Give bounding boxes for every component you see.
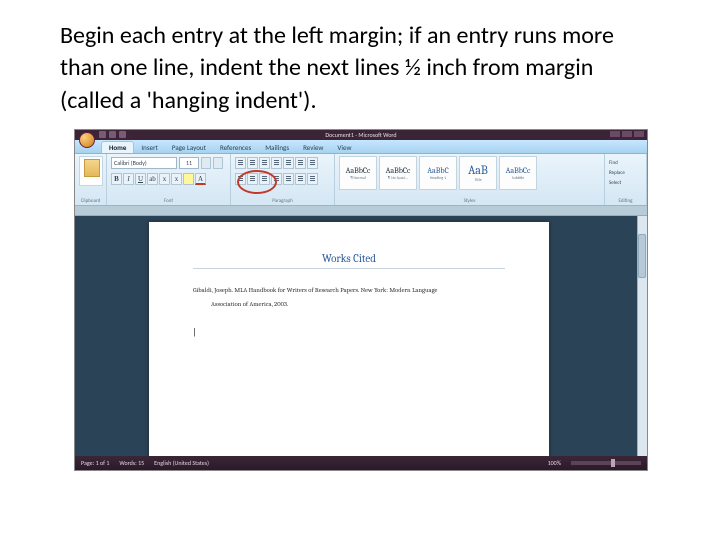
style-name: Title xyxy=(474,178,481,183)
citation-line-2: Association of America, 2003. xyxy=(211,300,288,308)
grow-font-button[interactable] xyxy=(201,157,211,169)
multilevel-list-button[interactable] xyxy=(259,157,270,169)
citation-entry: Gibaldi, Joseph. MLA Handbook for Writer… xyxy=(193,283,505,312)
select-button[interactable]: Select xyxy=(609,178,642,188)
style-sample: AaBbCc xyxy=(346,166,371,175)
tab-review[interactable]: Review xyxy=(296,142,330,153)
status-words[interactable]: Words: 15 xyxy=(119,459,144,467)
window-title: Document1 - Microsoft Word xyxy=(75,131,647,139)
style-sample: AaB xyxy=(468,163,488,177)
minimize-button[interactable] xyxy=(610,131,620,137)
tab-view[interactable]: View xyxy=(330,142,358,153)
style-title[interactable]: AaB Title xyxy=(459,156,497,190)
numbering-button[interactable] xyxy=(247,157,258,169)
instruction-paragraph: Begin each entry at the left margin; if … xyxy=(0,0,720,129)
citation-line-1: Gibaldi, Joseph. MLA Handbook for Writer… xyxy=(193,286,437,294)
ribbon-group-font: Calibri (Body) 11 B I U ab x x A Font xyxy=(107,154,231,205)
ribbon-group-paragraph: Paragraph xyxy=(231,154,335,205)
maximize-button[interactable] xyxy=(622,131,632,137)
document-page[interactable]: Works Cited Gibaldi, Joseph. MLA Handboo… xyxy=(149,222,549,456)
strikethrough-button[interactable]: ab xyxy=(147,173,158,185)
tab-page-layout[interactable]: Page Layout xyxy=(165,142,213,153)
tab-home[interactable]: Home xyxy=(101,141,134,153)
line-spacing-button[interactable] xyxy=(283,173,294,185)
ribbon-group-clipboard: Clipboard xyxy=(75,154,107,205)
word-app-window: Document1 - Microsoft Word Home Insert P… xyxy=(74,129,648,471)
decrease-indent-button[interactable] xyxy=(271,157,282,169)
increase-indent-button[interactable] xyxy=(283,157,294,169)
style-name: ¶ No Spaci... xyxy=(388,176,408,181)
style-no-spacing[interactable]: AaBbCc ¶ No Spaci... xyxy=(379,156,417,190)
underline-button[interactable]: U xyxy=(135,173,146,185)
ribbon-group-styles: AaBbCc ¶ Normal AaBbCc ¶ No Spaci... AaB… xyxy=(335,154,605,205)
tab-insert[interactable]: Insert xyxy=(134,142,164,153)
shrink-font-button[interactable] xyxy=(213,157,223,169)
font-name-combo[interactable]: Calibri (Body) xyxy=(111,157,177,169)
zoom-slider-thumb[interactable] xyxy=(611,459,615,467)
paragraph-group-label: Paragraph xyxy=(235,197,330,204)
scrollbar-thumb[interactable] xyxy=(638,234,646,278)
style-name: Subtitle xyxy=(512,176,525,181)
font-color-button[interactable]: A xyxy=(195,173,206,185)
bullets-button[interactable] xyxy=(235,157,246,169)
titlebar: Document1 - Microsoft Word xyxy=(75,130,647,140)
text-cursor: | xyxy=(193,328,505,338)
borders-button[interactable] xyxy=(307,173,318,185)
style-normal[interactable]: AaBbCc ¶ Normal xyxy=(339,156,377,190)
style-name: ¶ Normal xyxy=(350,176,365,181)
close-button[interactable] xyxy=(634,131,644,137)
find-button[interactable]: Find xyxy=(609,158,642,168)
window-controls xyxy=(610,131,644,137)
replace-button[interactable]: Replace xyxy=(609,168,642,178)
style-heading-1[interactable]: AaBbC Heading 1 xyxy=(419,156,457,190)
align-right-button[interactable] xyxy=(259,173,270,185)
document-viewport: Works Cited Gibaldi, Joseph. MLA Handboo… xyxy=(75,216,647,456)
zoom-percent[interactable]: 100% xyxy=(548,459,561,467)
styles-group-label: Styles xyxy=(339,197,600,204)
superscript-button[interactable]: x xyxy=(171,173,182,185)
show-marks-button[interactable] xyxy=(307,157,318,169)
align-left-button[interactable] xyxy=(235,173,246,185)
sort-button[interactable] xyxy=(295,157,306,169)
align-center-button[interactable] xyxy=(247,173,258,185)
style-name: Heading 1 xyxy=(430,176,446,181)
subscript-button[interactable]: x xyxy=(159,173,170,185)
font-size-combo[interactable]: 11 xyxy=(179,157,199,169)
style-subtitle[interactable]: AaBbCc Subtitle xyxy=(499,156,537,190)
vertical-scrollbar[interactable] xyxy=(637,216,647,456)
statusbar: Page: 1 of 1 Words: 15 English (United S… xyxy=(75,456,647,470)
ribbon-tabs: Home Insert Page Layout References Maili… xyxy=(75,140,647,154)
style-sample: AaBbCc xyxy=(506,166,531,175)
ribbon-group-editing: Find Replace Select Editing xyxy=(605,154,647,205)
justify-button[interactable] xyxy=(271,173,282,185)
editing-group-label: Editing xyxy=(609,197,642,204)
italic-button[interactable]: I xyxy=(123,173,134,185)
font-group-label: Font xyxy=(111,197,226,204)
tab-mailings[interactable]: Mailings xyxy=(258,142,296,153)
paste-button[interactable] xyxy=(79,156,103,186)
bold-button[interactable]: B xyxy=(111,173,122,185)
zoom-slider[interactable] xyxy=(571,461,641,465)
status-page[interactable]: Page: 1 of 1 xyxy=(81,459,109,467)
ribbon: Clipboard Calibri (Body) 11 B I U ab x x xyxy=(75,154,647,206)
document-heading: Works Cited xyxy=(193,252,505,269)
shading-button[interactable] xyxy=(295,173,306,185)
status-language[interactable]: English (United States) xyxy=(154,459,209,467)
text-highlight-button[interactable] xyxy=(183,173,194,185)
tab-references[interactable]: References xyxy=(213,142,258,153)
horizontal-ruler[interactable] xyxy=(75,206,647,216)
clipboard-group-label: Clipboard xyxy=(79,197,102,204)
style-sample: AaBbCc xyxy=(386,166,411,175)
style-sample: AaBbC xyxy=(427,166,449,175)
